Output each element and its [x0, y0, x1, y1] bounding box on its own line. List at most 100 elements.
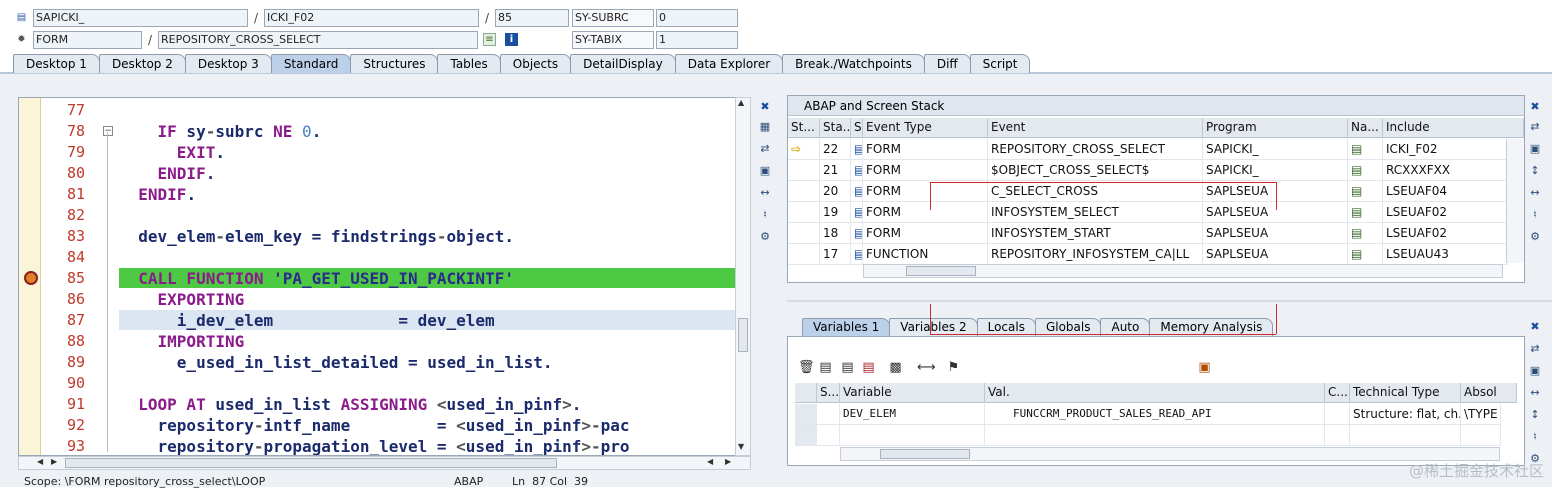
table-icon[interactable]: ▤: [818, 360, 833, 375]
program-field[interactable]: SAPICKI_: [33, 9, 248, 27]
line-field[interactable]: 85: [495, 9, 569, 27]
current-row-marker[interactable]: ⇨: [788, 139, 820, 160]
variables-column-header[interactable]: S...: [817, 383, 840, 403]
variables-scroll-thumb[interactable]: [880, 449, 970, 459]
tab-data-explorer[interactable]: Data Explorer: [674, 54, 784, 73]
tab-desktop-1[interactable]: Desktop 1: [13, 54, 100, 73]
stack-column-header[interactable]: Event Type: [863, 118, 988, 138]
variable-cell[interactable]: [840, 425, 985, 446]
stack-column-header[interactable]: Event: [988, 118, 1203, 138]
headphones-icon[interactable]: ♮: [1527, 428, 1543, 444]
resize-icon[interactable]: ↔: [757, 184, 773, 200]
table-icon[interactable]: ▤: [840, 360, 855, 375]
navigate-icon[interactable]: ▤: [1348, 160, 1383, 181]
editor-vertical-scrollbar[interactable]: ▲ ▼: [735, 97, 751, 456]
move-icon[interactable]: ⟷: [917, 360, 936, 375]
stack-column-header[interactable]: Na...: [1348, 118, 1383, 138]
stack-vscroll[interactable]: [1506, 139, 1524, 263]
scroll-right-arrow[interactable]: ▶: [725, 457, 731, 466]
swap-tool-icon[interactable]: ⇄: [1527, 118, 1543, 134]
maximize-icon[interactable]: ▣: [1527, 362, 1543, 378]
swap-tool-icon[interactable]: ⇄: [1527, 340, 1543, 356]
current-row-marker[interactable]: [788, 181, 820, 202]
navigate-icon[interactable]: ▤: [1348, 139, 1383, 160]
scroll-up-arrow[interactable]: ▲: [738, 98, 744, 107]
column-settings-icon[interactable]: [1497, 383, 1517, 403]
fold-toggle-icon[interactable]: −: [103, 126, 113, 136]
stack-column-header[interactable]: S...: [851, 118, 863, 138]
scroll-right-arrow[interactable]: ▶: [51, 457, 57, 466]
headphones-icon[interactable]: ♮: [757, 206, 773, 222]
stack-column-header[interactable]: Program: [1203, 118, 1348, 138]
new-tool-icon[interactable]: ▦: [757, 118, 773, 134]
variable-cell[interactable]: FUNCCRM_PRODUCT_SALES_READ_API: [985, 404, 1325, 425]
delete-icon[interactable]: 🗑: [798, 360, 815, 375]
current-row-marker[interactable]: [788, 160, 820, 181]
navigate-icon[interactable]: ≡: [483, 33, 496, 46]
services-icon[interactable]: ⚙: [1527, 228, 1543, 244]
headphones-icon[interactable]: ♮: [1527, 206, 1543, 222]
event-type-field[interactable]: FORM: [33, 31, 142, 49]
tree-icon[interactable]: ▩: [888, 360, 903, 375]
current-row-marker[interactable]: [788, 223, 820, 244]
variable-cell[interactable]: [985, 425, 1325, 446]
tab-detaildisplay[interactable]: DetailDisplay: [570, 54, 676, 73]
tag-icon[interactable]: ⚑: [946, 360, 961, 375]
sy-subrc-value[interactable]: 0: [656, 9, 738, 27]
resize-icon[interactable]: ↕: [1527, 406, 1543, 422]
close-icon[interactable]: ✖: [1527, 98, 1543, 114]
tab-break-watchpoints[interactable]: Break./Watchpoints: [782, 54, 925, 73]
maximize-icon[interactable]: ▣: [1527, 140, 1543, 156]
tab-diff[interactable]: Diff: [923, 54, 971, 73]
scroll-thumb[interactable]: [738, 318, 748, 352]
close-icon[interactable]: ✖: [1527, 318, 1543, 334]
row-selector[interactable]: [795, 425, 817, 446]
info-icon[interactable]: i: [505, 33, 518, 46]
variables-column-header[interactable]: Val.: [985, 383, 1325, 403]
tab-standard[interactable]: Standard: [270, 54, 352, 73]
navigate-icon[interactable]: ▤: [1348, 223, 1383, 244]
include-field[interactable]: ICKI_F02: [264, 9, 479, 27]
tab-objects[interactable]: Objects: [499, 54, 572, 73]
breakpoint-icon[interactable]: [24, 271, 38, 285]
scroll-left-arrow[interactable]: ◀: [707, 457, 713, 466]
tab-desktop-3[interactable]: Desktop 3: [184, 54, 272, 73]
source-editor[interactable]: 77 78 IF sy-subrc NE 0. − 79 EXIT. 80 ENDIF.…: [18, 97, 751, 456]
stack-column-header[interactable]: St...: [788, 118, 820, 138]
hscroll-thumb[interactable]: [65, 458, 557, 468]
services-icon[interactable]: ⚙: [757, 228, 773, 244]
navigate-icon[interactable]: ▤: [1348, 202, 1383, 223]
stack-column-header[interactable]: Include: [1383, 118, 1508, 138]
stack-column-header[interactable]: Sta...: [820, 118, 851, 138]
editor-horizontal-scrollbar[interactable]: ◀ ▶ ◀ ▶: [18, 456, 751, 470]
scroll-left-arrow[interactable]: ◀: [37, 457, 43, 466]
tab-structures[interactable]: Structures: [350, 54, 439, 73]
variables-column-header[interactable]: Absolu: [1461, 383, 1501, 403]
variable-cell[interactable]: DEV_ELEM: [840, 404, 985, 425]
sy-tabix-value[interactable]: 1: [656, 31, 738, 49]
tab-tables[interactable]: Tables: [437, 54, 501, 73]
swap-tool-icon[interactable]: ⇄: [757, 140, 773, 156]
save-icon[interactable]: ▣: [1197, 360, 1212, 375]
navigate-icon[interactable]: ▤: [1348, 244, 1383, 265]
stack-scroll-thumb[interactable]: [906, 266, 976, 276]
tab-variables-1[interactable]: Variables 1: [802, 318, 891, 336]
variables-column-header[interactable]: Technical Type: [1350, 383, 1461, 403]
column-settings-icon[interactable]: [1504, 118, 1524, 138]
resize-icon[interactable]: ↔: [1527, 184, 1543, 200]
maximize-icon[interactable]: ▣: [757, 162, 773, 178]
resize-icon[interactable]: ↕: [1527, 162, 1543, 178]
resize-icon[interactable]: ↔: [1527, 384, 1543, 400]
row-selector[interactable]: [795, 404, 817, 425]
close-icon[interactable]: ✖: [757, 98, 773, 114]
table-icon[interactable]: ▤: [861, 360, 876, 375]
current-row-marker[interactable]: [788, 244, 820, 265]
scroll-down-arrow[interactable]: ▼: [738, 442, 744, 451]
event-name-field[interactable]: REPOSITORY_CROSS_SELECT: [158, 31, 478, 49]
tab-desktop-2[interactable]: Desktop 2: [98, 54, 186, 73]
current-row-marker[interactable]: [788, 202, 820, 223]
variables-column-header[interactable]: C...: [1325, 383, 1350, 403]
navigate-icon[interactable]: ▤: [1348, 181, 1383, 202]
variables-column-header[interactable]: Variable: [840, 383, 985, 403]
tab-script[interactable]: Script: [969, 54, 1031, 73]
